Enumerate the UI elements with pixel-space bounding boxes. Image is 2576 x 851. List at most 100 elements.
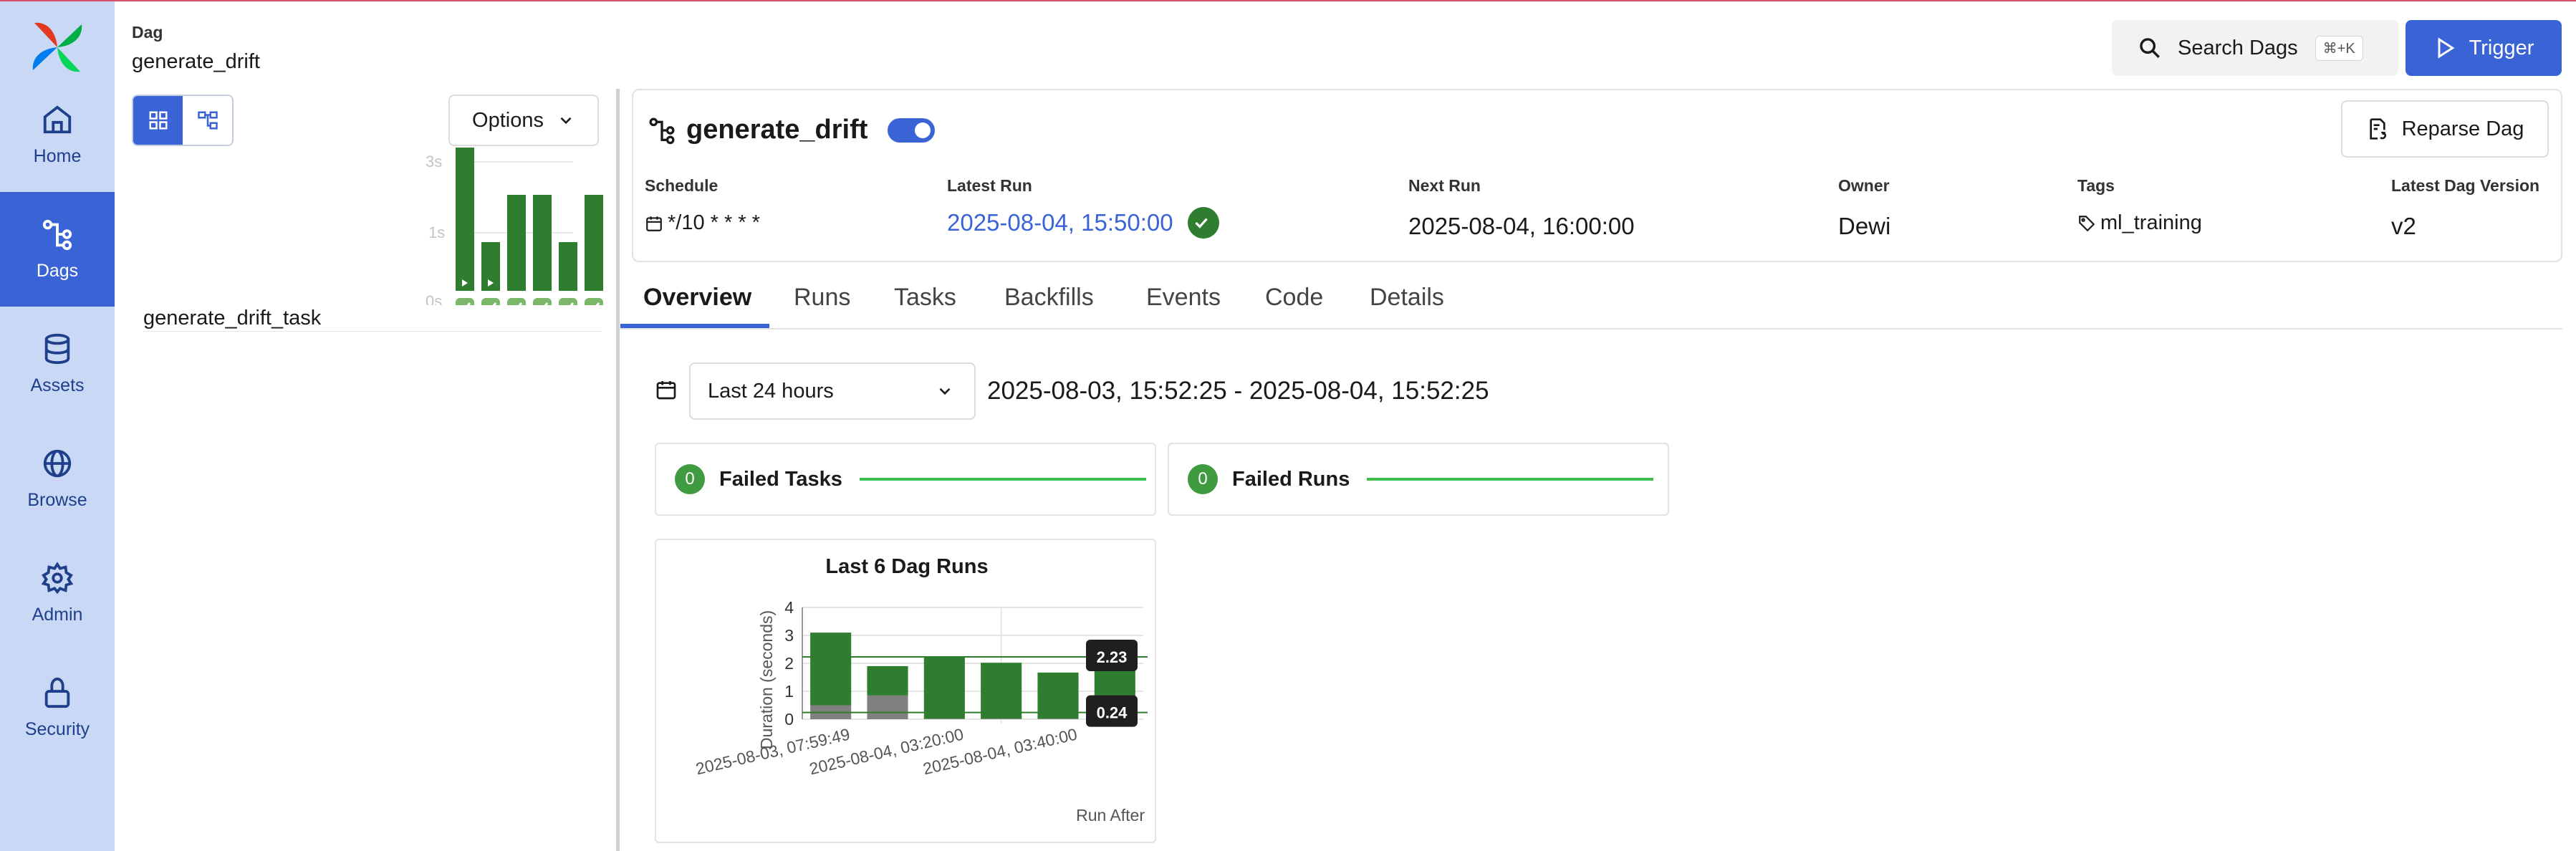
grid-duration-bars: 3s 1s 0s [426,148,603,305]
chart-bar[interactable] [867,665,908,696]
airflow-logo[interactable] [29,19,86,76]
time-range-text: 2025-08-03, 15:52:25 - 2025-08-04, 15:52… [987,377,1489,405]
grid-tick-label: 3s [426,153,442,170]
failed-tasks-card[interactable]: 0 Failed Tasks [655,443,1156,516]
grid-view-button[interactable] [133,96,183,145]
tab-code[interactable]: Code [1265,284,1323,312]
sidebar-item-label: Dags [36,260,79,281]
schedule-value: */10 * * * * [668,211,760,234]
view-toggle [132,95,234,146]
chart-y-tick-label: 2 [784,654,794,673]
reparse-label: Reparse Dag [2401,117,2524,140]
next-run-field: Next Run 2025-08-04, 16:00:00 [1408,176,1635,240]
top-accent-line [0,0,2576,1]
tags-field: Tags ml_training [2077,176,2202,235]
pane-divider[interactable] [616,89,620,851]
task-instance-cell[interactable] [507,298,526,305]
task-instance-cell[interactable] [481,298,500,305]
options-button[interactable]: Options [448,95,599,146]
grid-icon [149,111,167,130]
search-icon [2140,38,2160,58]
schedule-field: Schedule */10 * * * * [645,176,760,235]
dags-icon [42,219,72,250]
chevron-down-icon [939,388,951,395]
schedule-label: Schedule [645,176,719,195]
chevron-down-icon [560,117,572,125]
task-instance-cell[interactable] [456,298,474,305]
sidebar-item-security[interactable]: Security [0,650,115,765]
trigger-button[interactable]: Trigger [2406,20,2562,76]
sidebar-item-label: Home [33,145,82,166]
grid-run-bar[interactable] [456,148,474,291]
search-label: Search Dags [2178,36,2298,59]
chart-y-tick-label: 0 [784,710,794,729]
next-run-value: 2025-08-04, 16:00:00 [1408,213,1635,239]
grid-tick-label: 0s [426,292,442,305]
grid-run-bar[interactable] [559,242,577,291]
chart-bar[interactable] [981,718,1022,719]
dag-title: generate_drift [648,115,936,145]
owner-field: Owner Dewi [1838,176,1890,240]
reparse-dag-button[interactable]: Reparse Dag [2341,100,2549,158]
sidebar-item-label: Browse [27,489,87,510]
chart-y-axis-label: Duration (seconds) [757,610,776,749]
lock-icon [44,677,70,708]
last-runs-chart-card: Last 6 Dag Runs Duration (seconds) Run A… [655,539,1156,843]
play-icon [2438,37,2454,59]
tag-icon [2079,215,2095,231]
latest-run-link[interactable]: 2025-08-04, 15:50:00 [947,209,1173,236]
tab-runs[interactable]: Runs [794,284,850,312]
sidebar-item-label: Security [24,718,90,739]
dag-version-field: Latest Dag Version v2 [2391,176,2539,240]
graph-view-button[interactable] [183,96,232,145]
dag-tabs: Overview Runs Tasks Backfills Events Cod… [620,284,2562,330]
tab-backfills[interactable]: Backfills [1004,284,1094,312]
tab-overview[interactable]: Overview [643,284,751,312]
grid-run-bar[interactable] [507,195,526,291]
chart-bar[interactable] [1037,672,1079,719]
search-dags-button[interactable]: Search Dags ⌘+K [2112,20,2398,76]
sidebar-item-admin[interactable]: Admin [0,536,115,650]
grid-run-bar[interactable] [533,195,552,291]
chart-bar[interactable] [981,663,1022,719]
search-shortcut: ⌘+K [2315,35,2363,61]
failed-runs-card[interactable]: 0 Failed Runs [1168,443,1669,516]
latest-run-field: Latest Run 2025-08-04, 15:50:00 [947,176,1219,239]
dag-version-label: Latest Dag Version [2391,176,2540,195]
tab-details[interactable]: Details [1370,284,1444,312]
calendar-icon [646,216,662,231]
tab-events[interactable]: Events [1146,284,1221,312]
chart-bar[interactable] [923,718,965,719]
owner-value: Dewi [1838,213,1891,239]
task-instance-cell[interactable] [559,298,577,305]
chart-bar[interactable] [1037,718,1079,719]
failed-runs-label: Failed Runs [1232,467,1350,491]
breadcrumb-title[interactable]: generate_drift [132,50,260,74]
tag-value[interactable]: ml_training [2100,211,2202,235]
chart-bar[interactable] [867,695,908,719]
tags-label: Tags [2077,176,2115,195]
sidebar-item-dags[interactable]: Dags [0,192,115,307]
next-run-label: Next Run [1408,176,1481,195]
chart-x-axis-label: Run After [1076,806,1145,824]
sidebar-item-assets[interactable]: Assets [0,307,115,421]
task-instance-cell[interactable] [533,298,552,305]
grid-run-bar[interactable] [585,195,603,291]
task-name-label[interactable]: generate_drift_task [143,307,321,330]
chart-y-tick-label: 4 [784,598,794,617]
chart-bar[interactable] [923,657,965,719]
sidebar-item-label: Assets [30,375,85,395]
sidebar-item-home[interactable]: Home [0,77,115,192]
failed-runs-sparkline [1367,478,1654,481]
tab-tasks[interactable]: Tasks [894,284,956,312]
success-state-icon [1187,207,1219,239]
time-range-select[interactable]: Last 24 hours [689,362,976,420]
sidebar-item-browse[interactable]: Browse [0,421,115,536]
task-instance-cell[interactable] [585,298,603,305]
reparse-file-icon [2369,118,2386,140]
failed-tasks-label: Failed Tasks [719,467,842,491]
failed-runs-count: 0 [1188,464,1218,494]
gear-icon [41,561,74,594]
dag-pause-toggle[interactable] [888,117,936,143]
chart-bar[interactable] [810,633,852,706]
